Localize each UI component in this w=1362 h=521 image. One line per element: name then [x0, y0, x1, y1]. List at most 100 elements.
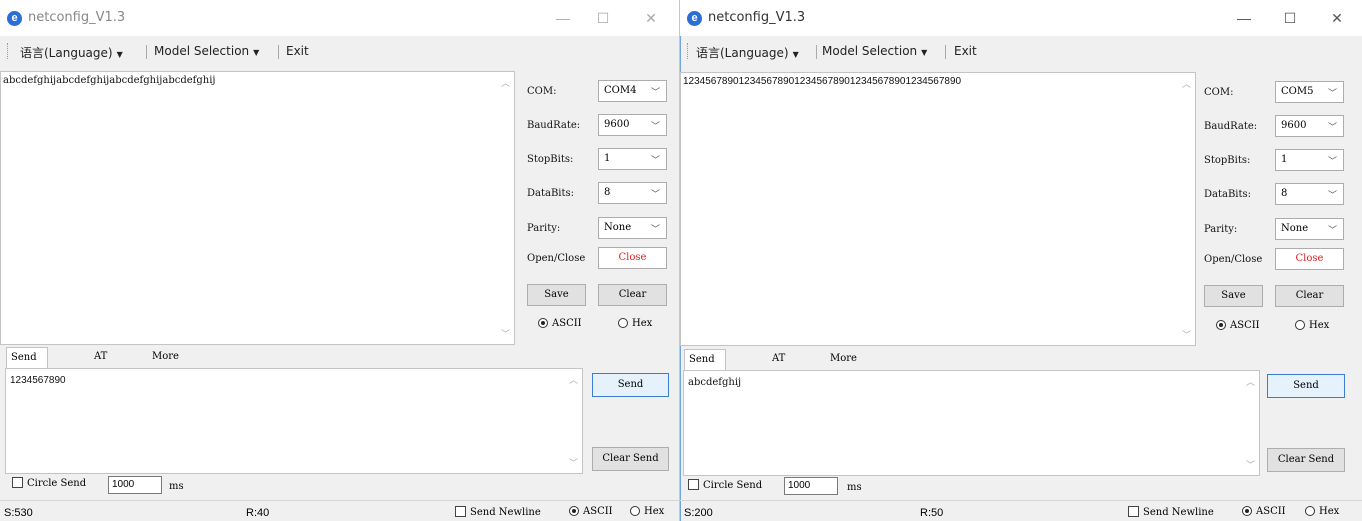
- scroll-up-icon[interactable]: ︿: [1182, 77, 1191, 90]
- circle-send-checkbox[interactable]: Circle Send: [12, 477, 86, 489]
- received-text: abcdefghijabcdefghijabcdefghijabcdefghij: [3, 75, 216, 86]
- clear-send-button[interactable]: Clear Send: [1267, 448, 1345, 472]
- stopbits-select[interactable]: 1 ﹀: [1275, 149, 1344, 171]
- status-ascii-radio[interactable]: ASCII: [1242, 506, 1286, 517]
- circle-interval-input[interactable]: 1000: [784, 477, 838, 495]
- open-close-label: Open/Close: [527, 253, 586, 264]
- menu-exit[interactable]: Exit: [954, 44, 977, 58]
- checkbox-icon: [12, 477, 23, 488]
- menu-exit[interactable]: Exit: [286, 44, 309, 58]
- tab-at-send[interactable]: AT Send: [768, 349, 802, 384]
- receive-scrollbar[interactable]: ︿ ﹀: [498, 72, 514, 344]
- open-close-label: Open/Close: [1204, 254, 1263, 265]
- menu-grip: [687, 43, 689, 59]
- parity-select[interactable]: None ﹀: [1275, 218, 1344, 240]
- save-button[interactable]: Save: [1204, 285, 1263, 307]
- com-select[interactable]: COM4 ﹀: [598, 80, 667, 102]
- minimize-icon[interactable]: —: [548, 8, 578, 28]
- scroll-down-icon[interactable]: ﹀: [1246, 458, 1255, 471]
- open-close-button[interactable]: Close: [1275, 248, 1344, 270]
- recv-ascii-radio[interactable]: ASCII: [1216, 320, 1260, 331]
- tab-more-message[interactable]: More Message to Send: [826, 349, 879, 404]
- send-input[interactable]: 1234567890 ︿ ﹀: [5, 368, 583, 474]
- clear-button[interactable]: Clear: [598, 284, 667, 306]
- menu-model-selection[interactable]: Model Selection ▼: [154, 44, 259, 58]
- received-count: R:40: [246, 507, 270, 519]
- chevron-down-icon: ﹀: [1327, 225, 1337, 235]
- status-hex-radio[interactable]: Hex: [1305, 506, 1339, 517]
- receive-scrollbar[interactable]: ︿ ﹀: [1179, 73, 1195, 345]
- close-icon[interactable]: ✕: [1322, 8, 1352, 28]
- receive-area[interactable]: 1234567890123456789012345678901234567890…: [680, 72, 1196, 346]
- close-icon[interactable]: ✕: [636, 8, 666, 28]
- menu-language[interactable]: 语言(Language) ▼: [696, 44, 799, 61]
- window-title: netconfig_V1.3: [708, 10, 806, 25]
- stopbits-label: StopBits:: [527, 154, 574, 165]
- menu-language-label: 语言(Language): [696, 46, 789, 60]
- scroll-down-icon[interactable]: ﹀: [569, 456, 578, 469]
- save-button[interactable]: Save: [527, 284, 586, 306]
- circle-interval-input[interactable]: 1000: [108, 476, 162, 494]
- menu-grip: [7, 43, 9, 59]
- parity-value: None: [1281, 223, 1309, 234]
- circle-send-checkbox[interactable]: Circle Send: [688, 479, 762, 491]
- send-button[interactable]: Send: [1267, 374, 1345, 398]
- radio-selected-icon: [1216, 320, 1226, 330]
- tab-more-message[interactable]: More Message to Send: [148, 347, 201, 402]
- send-text: 1234567890: [10, 375, 66, 386]
- baudrate-label: BaudRate:: [1204, 121, 1258, 132]
- menu-model-label: Model Selection: [822, 44, 918, 58]
- chevron-down-icon: ﹀: [650, 189, 660, 199]
- recv-ascii-radio[interactable]: ASCII: [538, 318, 582, 329]
- minimize-icon[interactable]: —: [1229, 8, 1259, 28]
- maximize-icon[interactable]: ☐: [588, 8, 618, 28]
- send-scrollbar[interactable]: ︿ ﹀: [566, 369, 582, 473]
- recv-hex-radio[interactable]: Hex: [618, 318, 652, 329]
- send-scrollbar[interactable]: ︿ ﹀: [1243, 371, 1259, 475]
- receive-area[interactable]: abcdefghijabcdefghijabcdefghijabcdefghij…: [0, 71, 515, 345]
- clear-button[interactable]: Clear: [1275, 285, 1344, 307]
- tab-send-single[interactable]: Send Single: [684, 349, 726, 385]
- window-title: netconfig_V1.3: [28, 10, 126, 25]
- checkbox-icon: [455, 506, 466, 517]
- databits-select[interactable]: 8 ﹀: [598, 182, 667, 204]
- maximize-icon[interactable]: ☐: [1275, 8, 1305, 28]
- baudrate-select[interactable]: 9600 ﹀: [598, 114, 667, 136]
- send-newline-label: Send Newline: [470, 507, 541, 518]
- scroll-up-icon[interactable]: ︿: [501, 76, 510, 89]
- status-ascii-radio[interactable]: ASCII: [569, 506, 613, 517]
- com-select[interactable]: COM5 ﹀: [1275, 81, 1344, 103]
- status-hex-radio[interactable]: Hex: [630, 506, 664, 517]
- send-input[interactable]: abcdefghij ︿ ﹀: [683, 370, 1260, 476]
- dropdown-arrow-icon: ▼: [116, 50, 123, 59]
- chevron-down-icon: ﹀: [1327, 190, 1337, 200]
- radio-unselected-icon: [1295, 320, 1305, 330]
- send-text: abcdefghij: [688, 377, 742, 388]
- baudrate-label: BaudRate:: [527, 120, 581, 131]
- open-close-button[interactable]: Close: [598, 247, 667, 269]
- tab-at-send[interactable]: AT Send: [90, 347, 124, 382]
- menu-model-label: Model Selection: [154, 44, 250, 58]
- send-button[interactable]: Send: [592, 373, 669, 397]
- tab-send-single[interactable]: Send Single: [6, 347, 48, 383]
- stopbits-label: StopBits:: [1204, 155, 1251, 166]
- menu-language[interactable]: 语言(Language) ▼: [20, 44, 123, 61]
- send-newline-checkbox[interactable]: Send Newline: [455, 506, 541, 518]
- scroll-up-icon[interactable]: ︿: [569, 373, 578, 386]
- menu-model-selection[interactable]: Model Selection ▼: [822, 44, 927, 58]
- radio-selected-icon: [538, 318, 548, 328]
- title-bar[interactable]: e netconfig_V1.3 — ☐ ✕: [0, 0, 679, 36]
- recv-hex-radio[interactable]: Hex: [1295, 320, 1329, 331]
- dropdown-arrow-icon: ▼: [921, 48, 928, 57]
- parity-select[interactable]: None ﹀: [598, 217, 667, 239]
- databits-select[interactable]: 8 ﹀: [1275, 183, 1344, 205]
- stopbits-select[interactable]: 1 ﹀: [598, 148, 667, 170]
- scroll-up-icon[interactable]: ︿: [1246, 375, 1255, 388]
- radio-selected-icon: [1242, 506, 1252, 516]
- title-bar[interactable]: e netconfig_V1.3 — ☐ ✕: [680, 0, 1362, 36]
- scroll-down-icon[interactable]: ﹀: [1182, 328, 1191, 341]
- clear-send-button[interactable]: Clear Send: [592, 447, 669, 471]
- baudrate-select[interactable]: 9600 ﹀: [1275, 115, 1344, 137]
- scroll-down-icon[interactable]: ﹀: [501, 327, 510, 340]
- send-newline-checkbox[interactable]: Send Newline: [1128, 506, 1214, 518]
